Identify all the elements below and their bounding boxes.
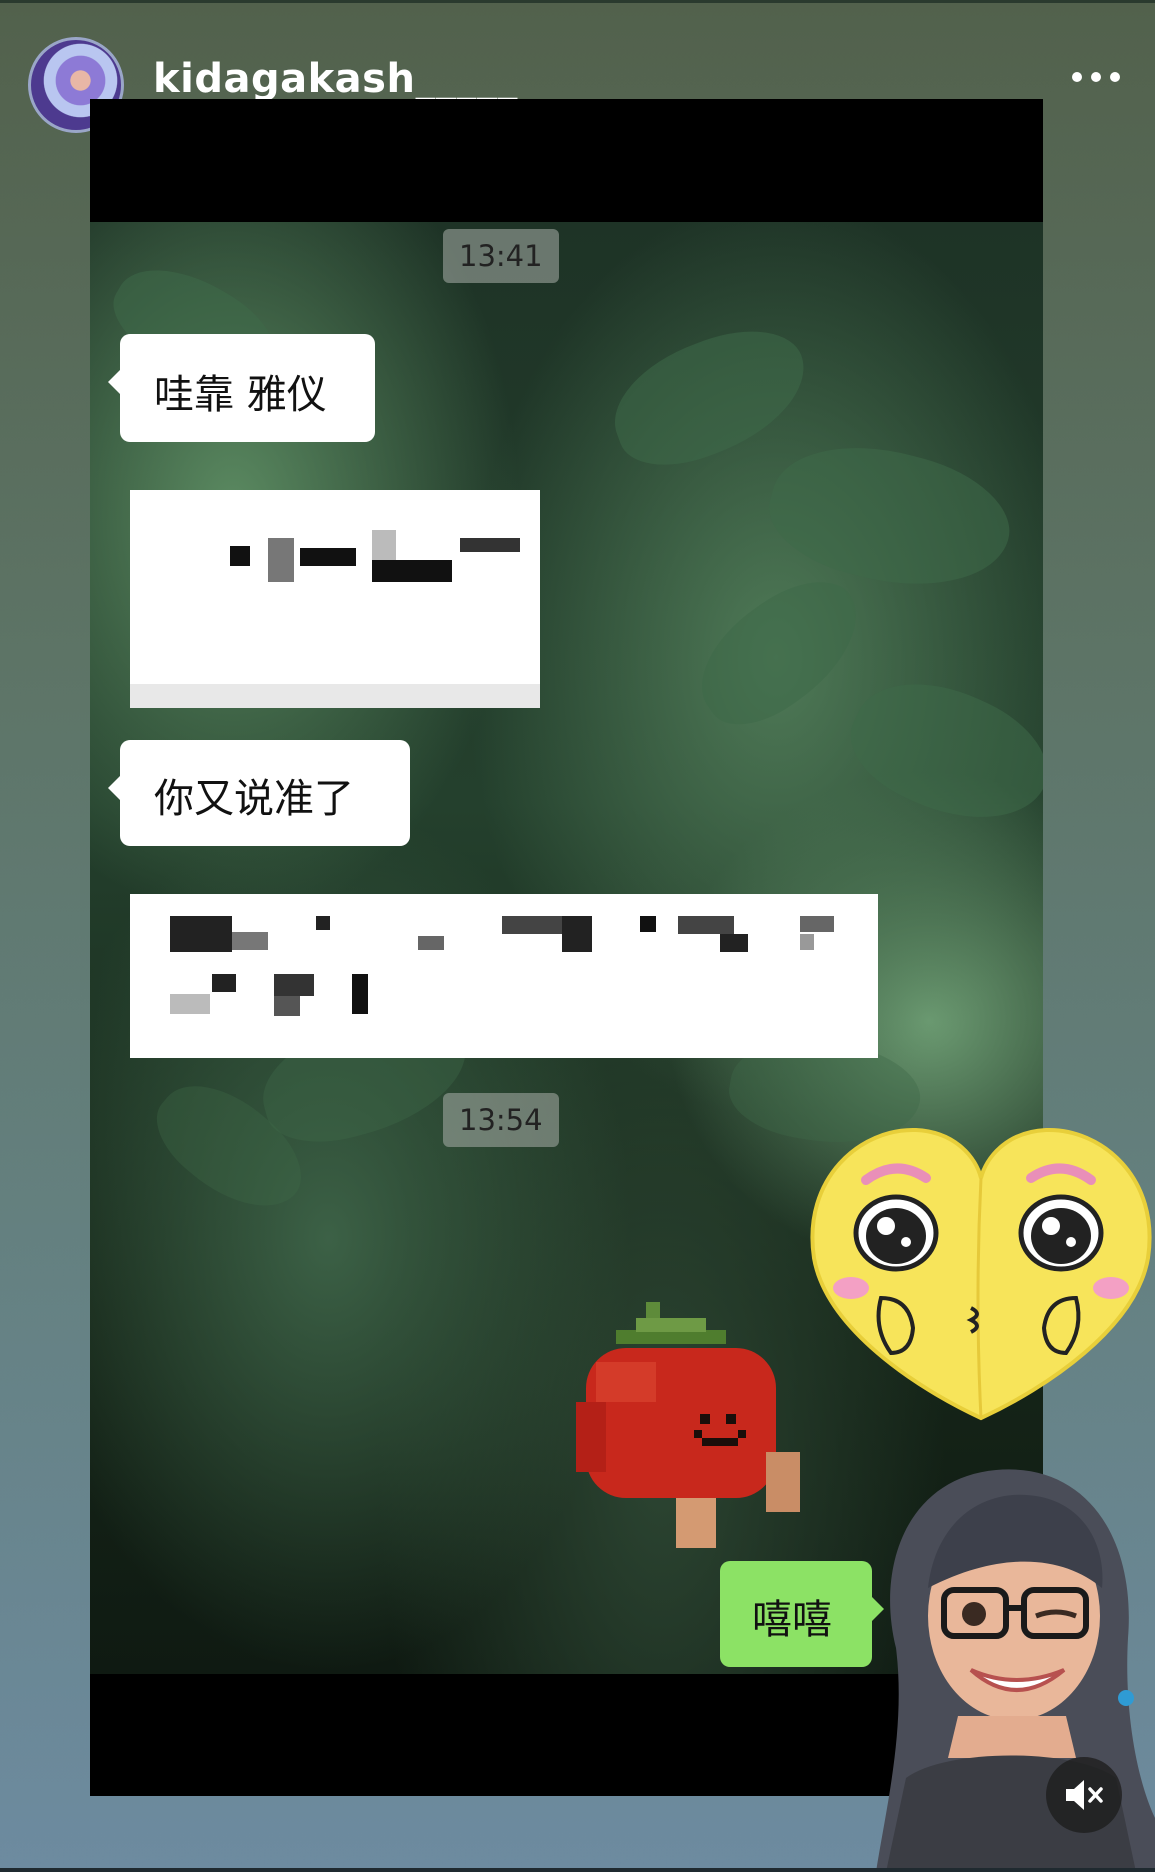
chat-message-bubble: 哇靠 雅仪	[108, 334, 375, 442]
chat-timestamp: 13:41	[443, 229, 559, 283]
bottom-border	[0, 1868, 1155, 1872]
message-text: 嘻嘻	[752, 1597, 832, 1643]
speaker-muted-icon	[1066, 1780, 1103, 1810]
mute-button[interactable]	[1046, 1757, 1122, 1833]
more-options-icon[interactable]	[1072, 72, 1124, 88]
username[interactable]: kidagakash_____	[153, 56, 518, 102]
chat-message-bubble: 嘻嘻	[720, 1561, 884, 1667]
tomato-sticker	[576, 1302, 800, 1548]
censored-message	[130, 894, 878, 1058]
chat-timestamp: 13:54	[443, 1093, 559, 1147]
censored-message	[130, 490, 540, 708]
chat-message-bubble: 你又说准了	[108, 740, 410, 846]
message-text: 你又说准了	[154, 776, 354, 822]
message-text: 哇靠 雅仪	[154, 372, 327, 418]
top-border	[0, 0, 1155, 3]
heart-face-sticker[interactable]	[806, 1118, 1155, 1428]
